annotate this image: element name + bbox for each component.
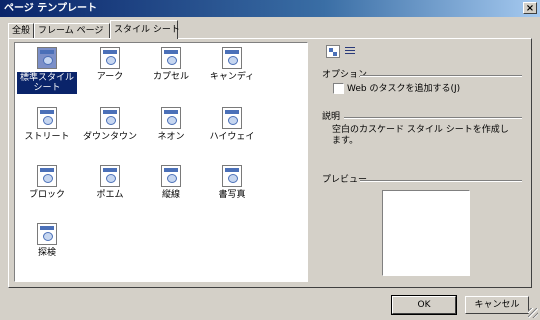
template-list[interactable]: 標準スタイル シート アーク カプセル キャンディ ストリート ダウンタウン ネ… <box>14 42 308 282</box>
title-bar: ページ テンプレート × <box>0 0 540 17</box>
style-sheet-icon <box>37 165 57 187</box>
style-sheet-icon <box>161 165 181 187</box>
style-sheet-icon <box>100 165 120 187</box>
template-label: 標準スタイル シート <box>17 72 77 94</box>
template-label: ポエム <box>96 190 124 200</box>
template-label: ブロック <box>28 190 65 200</box>
style-sheet-icon <box>100 47 120 69</box>
preview-pane <box>382 190 470 276</box>
list-view-button[interactable] <box>344 45 358 58</box>
description-divider <box>344 117 522 119</box>
ok-button[interactable]: OK <box>391 295 457 315</box>
template-label: 探検 <box>37 248 56 258</box>
template-item-candy[interactable]: キャンディ <box>202 47 262 82</box>
template-item-capsule[interactable]: カプセル <box>141 47 201 82</box>
tab-frame-page[interactable]: フレーム ページ <box>34 23 110 38</box>
description-group-label: 説明 <box>322 112 341 122</box>
tab-general[interactable]: 全般 <box>8 23 34 38</box>
template-item-vertical-lines[interactable]: 縦線 <box>141 165 201 200</box>
template-item-downtown[interactable]: ダウンタウン <box>80 107 140 142</box>
tab-style-sheet[interactable]: スタイル シート <box>110 20 180 39</box>
style-sheet-icon <box>100 107 120 129</box>
add-web-task-label: Web のタスクを追加する(J) <box>347 84 461 94</box>
style-sheet-icon <box>37 107 57 129</box>
preview-divider <box>360 180 522 182</box>
template-label: ストリート <box>24 132 70 142</box>
options-divider <box>360 75 522 77</box>
template-item-poem[interactable]: ポエム <box>80 165 140 200</box>
template-label: アーク <box>96 72 124 82</box>
large-icons-view-button[interactable] <box>326 45 340 58</box>
template-item-neon[interactable]: ネオン <box>141 107 201 142</box>
add-web-task-checkbox[interactable] <box>333 83 344 94</box>
style-sheet-icon <box>37 47 57 69</box>
template-item-block[interactable]: ブロック <box>17 165 77 200</box>
style-sheet-icon <box>37 223 57 245</box>
window-title: ページ テンプレート <box>4 3 97 14</box>
template-label: 書写真 <box>218 190 246 200</box>
template-item-standard-style-sheet[interactable]: 標準スタイル シート <box>17 47 77 94</box>
style-sheet-icon <box>222 165 242 187</box>
template-item-arc[interactable]: アーク <box>80 47 140 82</box>
style-sheet-icon <box>222 47 242 69</box>
template-item-highway[interactable]: ハイウェイ <box>202 107 262 142</box>
description-text: 空白のカスケード スタイル シートを作成します。 <box>332 125 509 146</box>
template-item-photo[interactable]: 書写真 <box>202 165 262 200</box>
template-label: 縦線 <box>161 190 180 200</box>
template-item-street[interactable]: ストリート <box>17 107 77 142</box>
resize-grip[interactable] <box>528 308 538 318</box>
close-button[interactable]: × <box>523 2 537 14</box>
template-item-explore[interactable]: 探検 <box>17 223 77 258</box>
template-label: ダウンタウン <box>82 132 137 142</box>
style-sheet-icon <box>161 47 181 69</box>
template-label: カプセル <box>152 72 189 82</box>
style-sheet-icon <box>161 107 181 129</box>
cancel-button[interactable]: キャンセル <box>465 296 529 314</box>
template-label: キャンディ <box>209 72 255 82</box>
template-label: ネオン <box>157 132 185 142</box>
template-label: ハイウェイ <box>209 132 255 142</box>
style-sheet-icon <box>222 107 242 129</box>
